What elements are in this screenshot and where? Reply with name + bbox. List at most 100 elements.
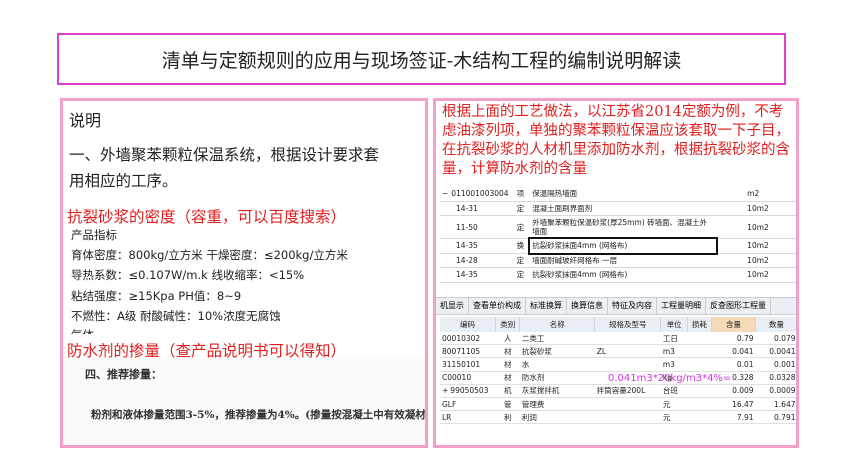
resource-loss [687, 357, 712, 372]
explanation-heading: 说明 [69, 111, 102, 130]
resource-content: 0.79 [711, 332, 756, 346]
column-header[interactable]: 数量 [755, 317, 796, 332]
quota-row[interactable]: −011001003004 项保温隔热墙面 m2 [440, 187, 796, 202]
tab-item[interactable]: 反查图形工程量 [706, 298, 771, 314]
tab-item[interactable]: 查看单价构成 [469, 298, 526, 314]
resource-qty: 1.647 [755, 397, 796, 412]
quota-row[interactable]: 14-28 定墙面耐碱玻纤网格布 一层 10m2 [440, 253, 796, 268]
resource-unit: m3 [660, 344, 688, 359]
resource-unit: 工日 [660, 332, 688, 346]
quota-code-text: 011001003004 [451, 189, 509, 199]
resource-loss [687, 332, 712, 346]
spec-row: 粘结强度：≥15Kpa PH值：8~9 [71, 289, 242, 303]
quota-row[interactable]: 14-31 定混凝土面刷界面剂 10m2 [440, 201, 796, 216]
quota-type: 换 [510, 238, 531, 254]
quota-row[interactable]: 11-50 定外墙聚苯颗粒保温砂浆(厚25mm) 砖墙面、混凝土外墙面 10m2 [440, 215, 796, 239]
resource-qty: 0.0041 [755, 344, 796, 359]
resource-cat: 材 [495, 371, 520, 385]
explanation-line-1: 一、外墙聚苯颗粒保温系统，根据设计要求套 [69, 146, 380, 164]
resource-row[interactable]: +99050503 机灰浆搅拌机 拌筒容量200L 台班 0.009 0.0009 [440, 384, 796, 398]
collapse-icon[interactable]: − [442, 189, 448, 198]
resource-name: 二类工 [519, 332, 595, 346]
resource-spec: 拌筒容量200L [594, 384, 661, 398]
quota-name: 保温隔热墙面 [530, 187, 717, 202]
resource-code: 80071105 [440, 344, 496, 359]
resource-table: 编码 类别 名称 规格及型号 单位 损耗 含量 数量 00010302 人二类工 工日 0.79 0.… [440, 317, 796, 425]
quota-type: 项 [510, 187, 531, 202]
resource-unit: m3 [660, 357, 688, 372]
quota-row[interactable]: 14-35 换抗裂砂浆抹面4mm (网格布) 10m2 [440, 236, 796, 255]
resource-code-text: 99050503 [450, 386, 489, 396]
resource-row[interactable]: GLF 管管理费 元 16.47 1.647 [440, 397, 796, 412]
resource-cat: 利 [495, 410, 520, 425]
resource-row[interactable]: 00010302 人二类工 工日 0.79 0.079 [440, 332, 796, 346]
resource-name: 防水剂 [519, 371, 595, 385]
tab-item[interactable]: 换算信息 [567, 298, 608, 314]
quota-code: 14-31 [440, 201, 511, 216]
resource-code: 31150101 [440, 357, 496, 372]
resource-cat: 材 [495, 344, 520, 359]
quota-name: 抗裂砂浆抹面4mm (网格布) [530, 267, 717, 283]
column-header[interactable]: 类别 [495, 317, 521, 332]
resource-row[interactable]: 80071105 材抗裂砂浆 ZL m3 0.041 0.0041 [440, 344, 796, 359]
scan-heading: 四、推荐掺量： [85, 368, 162, 381]
left-panel: 说明 一、外墙聚苯颗粒保温系统，根据设计要求套 用相应的工序。 抗裂砂浆的密度（… [60, 98, 428, 448]
resource-name: 灰浆搅拌机 [519, 384, 595, 398]
quota-code: 11-50 [440, 215, 511, 239]
resource-qty: 0.0009 [755, 384, 796, 398]
quota-unit: 10m2 [745, 215, 796, 239]
resource-loss [687, 384, 712, 398]
column-header[interactable]: 损耗 [687, 317, 713, 332]
resource-spec [594, 357, 661, 372]
resource-unit: 台班 [660, 384, 688, 398]
spec-title: 产品指标 [71, 228, 117, 242]
resource-name: 管理费 [519, 397, 595, 412]
column-header[interactable]: 名称 [519, 317, 596, 332]
tab-item[interactable]: 工程量明细 [657, 298, 706, 314]
resource-name: 抗裂砂浆 [519, 344, 595, 359]
resource-row[interactable]: LR 利利润 元 7.91 0.791 [440, 410, 796, 425]
quota-name: 墙面耐碱玻纤网格布 一层 [530, 253, 717, 268]
resource-qty: 0.791 [755, 410, 796, 425]
resource-spec [594, 410, 661, 425]
column-header[interactable]: 规格及型号 [594, 317, 662, 332]
resource-cat: 管 [495, 397, 520, 412]
resource-name: 利润 [519, 410, 595, 425]
tab-bar: 机显示 查看单价构成 标准换算 换算信息 特征及内容 工程量明细 反查图形工程量 [436, 297, 796, 315]
resource-code: +99050503 [440, 384, 496, 398]
tab-item[interactable]: 机显示 [436, 298, 469, 314]
resource-loss [687, 397, 712, 412]
resource-cat: 人 [495, 332, 520, 346]
title-box: 清单与定额规则的应用与现场签证-木结构工程的编制说明解读 [57, 33, 786, 85]
tab-item[interactable]: 特征及内容 [608, 298, 657, 314]
resource-row[interactable]: 31150101 材水 m3 0.01 0.001 [440, 357, 796, 372]
quota-code: −011001003004 [440, 187, 511, 202]
resource-qty: 0.079 [755, 332, 796, 346]
column-header[interactable]: 含量 [711, 317, 757, 332]
scan-text: 粉剂和液体掺量范围3-5%，推荐掺量为4%。(掺量按混凝土中有效凝材料用量计算)… [91, 409, 426, 421]
quota-code: 14-35 [440, 238, 511, 254]
resource-content: 0.01 [711, 357, 756, 372]
column-header[interactable]: 编码 [440, 317, 497, 332]
quota-table: −011001003004 项保温隔热墙面 m2 14-31 定混凝土面刷界面剂 10m2… [440, 187, 796, 283]
resource-cat: 机 [495, 384, 520, 398]
resource-content: 16.47 [711, 397, 756, 412]
page-title: 清单与定额规则的应用与现场签证-木结构工程的编制说明解读 [161, 49, 682, 72]
expand-icon[interactable]: + [442, 386, 448, 395]
column-header[interactable]: 单位 [660, 317, 688, 332]
resource-name: 水 [519, 357, 595, 372]
quota-type: 定 [510, 253, 531, 268]
resource-unit: 元 [660, 410, 688, 425]
quota-row[interactable]: 14-35 定抗裂砂浆抹面4mm (网格布) 10m2 [440, 267, 796, 283]
tab-item[interactable]: 标准换算 [526, 298, 567, 314]
spec-row: 不燃性：A级 耐酸碱性：10%浓度无腐蚀 [71, 309, 281, 323]
quota-code: 14-28 [440, 253, 511, 268]
resource-code: C00010 [440, 371, 496, 385]
resource-spec [594, 332, 661, 346]
resource-spec [594, 397, 661, 412]
resource-content: 0.041 [711, 344, 756, 359]
right-panel: 根据上面的工艺做法，以江苏省2014定额为例，不考虑油漆列项，单独的聚苯颗粒保温… [433, 98, 799, 448]
resource-content: 7.91 [711, 410, 756, 425]
quota-name: 混凝土面刷界面剂 [530, 201, 717, 216]
explanation-line-2: 用相应的工序。 [69, 172, 178, 190]
